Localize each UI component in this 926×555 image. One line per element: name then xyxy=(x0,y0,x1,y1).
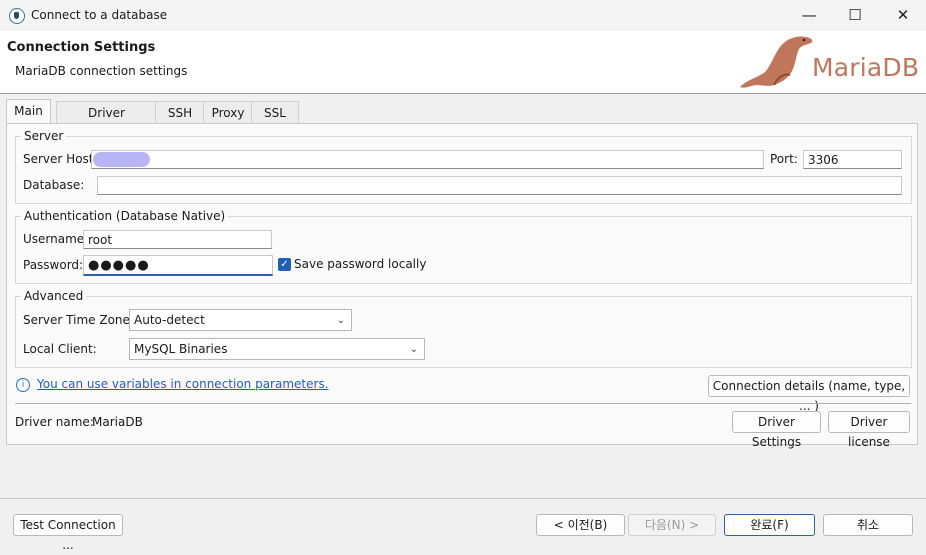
database-label: Database: xyxy=(23,178,85,192)
variables-link[interactable]: You can use variables in connection para… xyxy=(37,377,329,391)
connection-details-button[interactable]: Connection details (name, type, ... ) xyxy=(708,375,910,413)
timezone-select[interactable]: Auto-detect ⌄ xyxy=(129,309,352,331)
username-input[interactable]: root xyxy=(83,230,272,249)
tab-driver-properties[interactable]: Driver properties xyxy=(56,101,157,142)
chevron-down-icon: ⌄ xyxy=(336,315,345,326)
cancel-button[interactable]: 취소 xyxy=(823,514,913,536)
save-password-label[interactable]: Save password locally xyxy=(294,257,426,271)
back-button[interactable]: < 이전(B) xyxy=(536,514,625,536)
test-connection-button[interactable]: Test Connection ... xyxy=(13,514,123,552)
minimize-button[interactable]: — xyxy=(786,0,832,31)
chevron-down-icon: ⌄ xyxy=(409,344,418,355)
tab-proxy[interactable]: Proxy xyxy=(203,101,253,124)
driver-name-value: MariaDB xyxy=(92,415,143,429)
close-button[interactable]: ✕ xyxy=(880,0,926,31)
local-client-value: MySQL Binaries xyxy=(134,342,228,356)
password-label: Password: xyxy=(23,258,84,272)
divider xyxy=(15,403,911,404)
local-client-select[interactable]: MySQL Binaries ⌄ xyxy=(129,338,425,360)
auth-group-label: Authentication (Database Native) xyxy=(21,209,229,223)
port-label: Port: xyxy=(770,152,798,166)
info-icon: i xyxy=(16,378,30,392)
maximize-button[interactable]: ☐ xyxy=(832,0,878,31)
password-input[interactable]: ●●●●● xyxy=(83,255,273,276)
mariadb-seal-icon xyxy=(740,36,813,88)
app-icon xyxy=(9,8,25,24)
database-input[interactable] xyxy=(97,176,902,195)
window-title: Connect to a database xyxy=(31,8,168,22)
host-redaction xyxy=(93,152,150,167)
footer-divider xyxy=(0,498,926,499)
username-label: Username: xyxy=(23,232,89,246)
driver-settings-button[interactable]: Driver Settings xyxy=(732,411,821,449)
next-button[interactable]: 다음(N) > xyxy=(628,514,716,536)
page-title: Connection Settings xyxy=(7,40,156,55)
save-password-checkbox[interactable]: ✓ xyxy=(278,258,291,271)
server-group-label: Server xyxy=(21,129,67,143)
tab-ssh[interactable]: SSH xyxy=(155,101,205,124)
tab-ssl[interactable]: SSL xyxy=(251,101,299,124)
tab-main[interactable]: Main xyxy=(6,99,51,125)
finish-button[interactable]: 완료(F) xyxy=(724,514,815,536)
driver-name-label: Driver name: xyxy=(15,415,94,429)
timezone-value: Auto-detect xyxy=(134,313,205,327)
mariadb-logo-text: MariaDB xyxy=(812,53,920,82)
advanced-group-label: Advanced xyxy=(21,289,87,303)
server-host-input[interactable] xyxy=(91,150,764,169)
port-input[interactable]: 3306 xyxy=(803,150,902,169)
timezone-label: Server Time Zone: xyxy=(23,313,134,327)
page-subtitle: MariaDB connection settings xyxy=(15,64,188,78)
local-client-label: Local Client: xyxy=(23,342,97,356)
server-host-label: Server Host: xyxy=(23,152,98,166)
driver-license-button[interactable]: Driver license xyxy=(828,411,910,449)
